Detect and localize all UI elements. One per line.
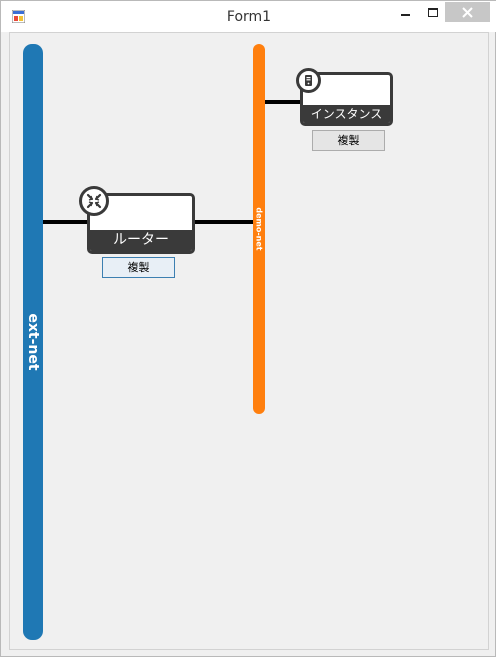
instance-duplicate-button[interactable]: 複製 (312, 130, 385, 151)
instance-demo-link (264, 100, 302, 104)
router-duplicate-button[interactable]: 複製 (102, 257, 175, 278)
maximize-button[interactable] (421, 2, 445, 22)
main-window: Form1 (0, 0, 497, 657)
router-icon (79, 186, 109, 216)
server-icon (296, 68, 321, 93)
canvas-area (9, 32, 489, 650)
close-button[interactable] (445, 2, 490, 22)
router-demo-link (194, 220, 254, 224)
network-ext-net[interactable]: ext-net (23, 44, 43, 640)
router-ext-link (43, 220, 88, 224)
instance-label: インスタンス (303, 105, 390, 123)
network-label: ext-net (25, 313, 41, 371)
close-icon (462, 7, 473, 18)
title-bar[interactable]: Form1 (1, 1, 497, 32)
minimize-button[interactable] (392, 2, 419, 22)
network-demo-net[interactable]: demo-net (253, 44, 265, 414)
network-label: demo-net (254, 207, 264, 251)
router-label: ルーター (90, 230, 192, 251)
